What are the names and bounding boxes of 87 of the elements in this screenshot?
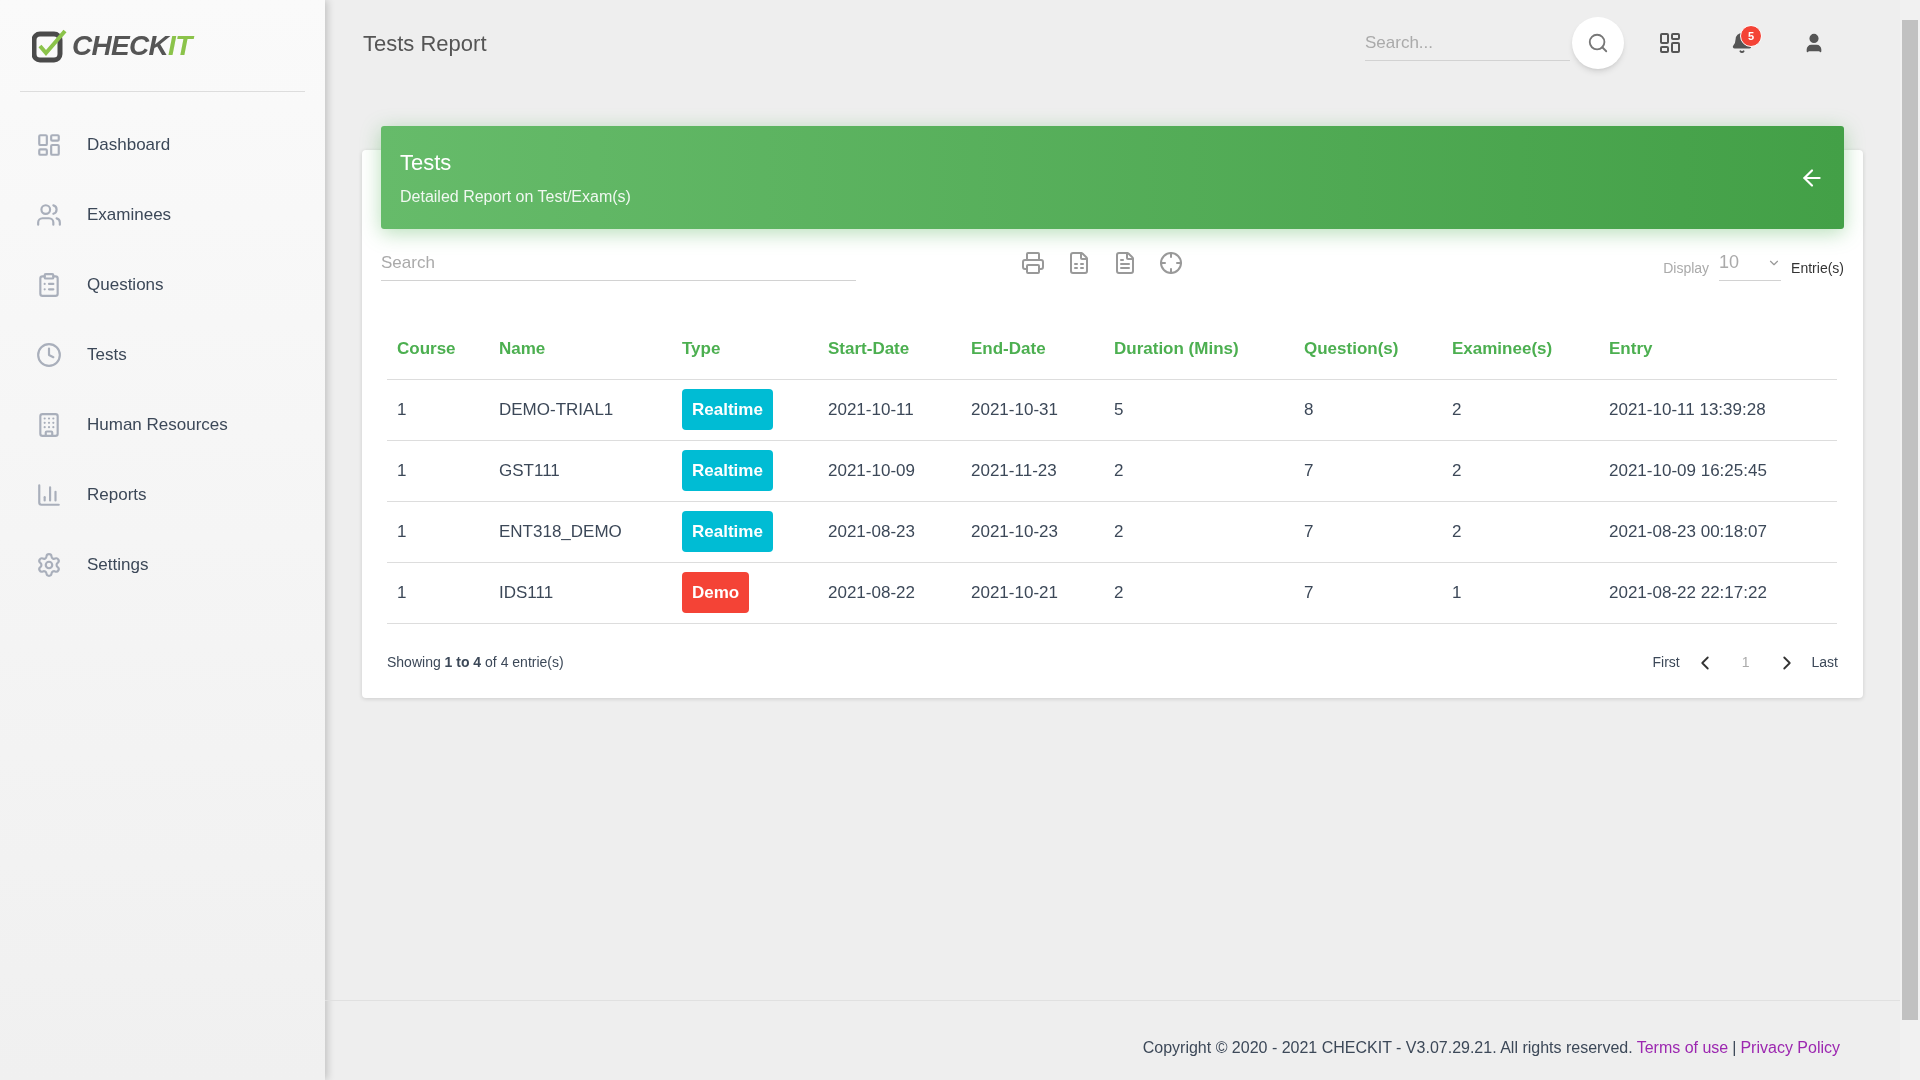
clipboard-icon	[36, 272, 62, 298]
table-search-field[interactable]: Search	[381, 245, 856, 281]
table-cell: 7	[1294, 562, 1442, 623]
table-cell: 1	[387, 379, 489, 440]
table-cell: ENT318_DEMO	[489, 501, 672, 562]
table-cell: 2	[1442, 379, 1599, 440]
sidebar-item[interactable]: Examinees	[20, 180, 305, 250]
settings-icon	[36, 552, 62, 578]
copyright-text: Copyright © 2020 - 2021 CHECKIT - V3.07.29.21. All rights reserved.	[1142, 1037, 1633, 1058]
table-cell: 2021-10-21	[961, 562, 1104, 623]
table-cell: 2	[1442, 501, 1599, 562]
table-cell: 2	[1104, 562, 1294, 623]
terms-link[interactable]: Terms of use	[1636, 1035, 1729, 1060]
column-header: Question(s)	[1294, 319, 1442, 379]
table-cell: 1	[387, 501, 489, 562]
print-button[interactable]	[1021, 251, 1045, 275]
sidebar-item[interactable]: Reports	[20, 460, 305, 530]
entries-summary: Showing 1 to 4 of 4 entrie(s)	[387, 653, 565, 672]
document-file-icon	[1113, 251, 1137, 275]
table-cell: 2021-08-23	[818, 501, 961, 562]
notifications-button[interactable]: 5	[1716, 17, 1768, 69]
page-title: Tests Report	[363, 29, 488, 58]
table-cell: 2021-10-11 13:39:28	[1599, 379, 1837, 440]
crosshair-icon	[1159, 251, 1183, 275]
privacy-link[interactable]: Privacy Policy	[1740, 1035, 1840, 1060]
table-cell: IDS111	[489, 562, 672, 623]
table-cell: 7	[1294, 501, 1442, 562]
column-header: Course	[387, 319, 489, 379]
table-cell: 2021-08-22	[818, 562, 961, 623]
spreadsheet-file-icon	[1067, 251, 1091, 275]
column-header: Name	[489, 319, 672, 379]
table-cell: 1	[387, 562, 489, 623]
table-cell: 8	[1294, 379, 1442, 440]
table-cell: 2021-10-09	[818, 440, 961, 501]
table-cell: 2	[1104, 440, 1294, 501]
search-button[interactable]	[1572, 17, 1624, 69]
building-icon	[36, 412, 62, 438]
table-cell: 7	[1294, 440, 1442, 501]
sidebar-item[interactable]: Human Resources	[20, 390, 305, 460]
type-badge: Demo	[682, 571, 750, 614]
column-header: Start-Date	[818, 319, 961, 379]
search-field[interactable]: Search...	[1365, 25, 1570, 61]
table-cell: 2021-08-23 00:18:07	[1599, 501, 1837, 562]
table-cell: 2021-10-23	[961, 501, 1104, 562]
type-badge: Realtime	[682, 449, 773, 492]
excel-export-button[interactable]	[1067, 251, 1091, 275]
display-label: Display	[1663, 258, 1710, 278]
type-badge: Realtime	[682, 388, 773, 431]
sidebar-item[interactable]: Questions	[20, 250, 305, 320]
sidebar-item[interactable]: Tests	[20, 320, 305, 390]
table-cell: 2	[1442, 440, 1599, 501]
type-badge: Realtime	[682, 510, 773, 553]
column-header: End-Date	[961, 319, 1104, 379]
clock-icon	[36, 342, 62, 368]
column-header: Examinee(s)	[1442, 319, 1599, 379]
entries-label: Entrie(s)	[1791, 258, 1844, 278]
table-cell: 2021-10-11	[818, 379, 961, 440]
table-cell: 1	[1442, 562, 1599, 623]
column-header: Duration (Mins)	[1104, 319, 1294, 379]
table-cell: 5	[1104, 379, 1294, 440]
dashboard-icon	[36, 132, 62, 158]
table-cell: 2021-11-23	[961, 440, 1104, 501]
column-header: Entry	[1599, 319, 1837, 379]
pdf-export-button[interactable]	[1113, 251, 1137, 275]
locate-button[interactable]	[1159, 251, 1183, 275]
sidebar-item[interactable]: Dashboard	[20, 110, 305, 180]
notification-badge: 5	[1740, 25, 1762, 47]
table-cell: 2021-08-22 22:17:22	[1599, 562, 1837, 623]
first-page-link[interactable]: First	[1652, 652, 1680, 673]
printer-icon	[1021, 251, 1045, 275]
checkbox-logo-icon	[32, 28, 68, 63]
people-icon	[36, 202, 62, 228]
table-cell: 1	[387, 440, 489, 501]
bar-chart-icon	[36, 482, 62, 508]
search-icon	[1587, 32, 1609, 54]
last-page-link[interactable]: Last	[1811, 652, 1838, 673]
table-cell: 2	[1104, 501, 1294, 562]
table-cell: GST111	[489, 440, 672, 501]
column-header: Type	[672, 319, 818, 379]
sidebar-item[interactable]: Settings	[20, 530, 305, 600]
table-cell: DEMO-TRIAL1	[489, 379, 672, 440]
link-separator: |	[1732, 1037, 1737, 1058]
dashboard-icon	[1658, 31, 1682, 55]
table-cell: 2021-10-09 16:25:45	[1599, 440, 1837, 501]
card-subtitle: Detailed Report on Test/Exam(s)	[400, 187, 632, 207]
card-title: Tests	[400, 149, 453, 177]
table-cell: 2021-10-31	[961, 379, 1104, 440]
